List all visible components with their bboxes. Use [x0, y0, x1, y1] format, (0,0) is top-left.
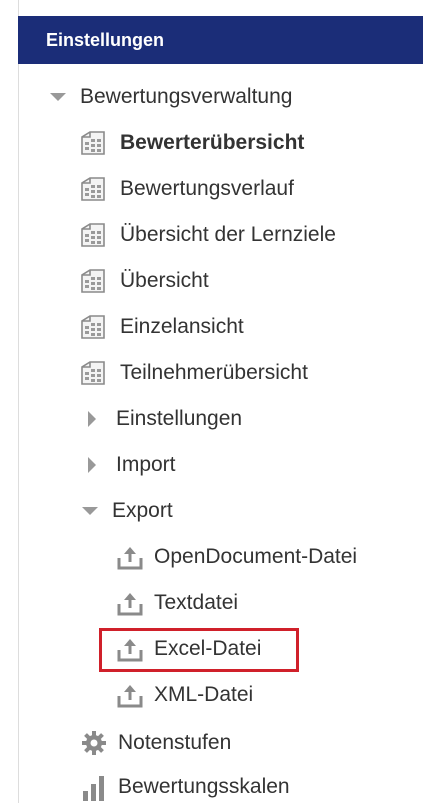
export-item-label: XML-Datei [154, 683, 254, 706]
report-table-icon [78, 266, 108, 296]
tree-item-uebersicht-lernziele[interactable]: Übersicht der Lernziele [78, 218, 336, 252]
tree-item-export[interactable]: Export [82, 494, 173, 528]
export-item-xml[interactable]: XML-Datei [116, 678, 253, 712]
tree-item-label: Bewertungsskalen [118, 775, 290, 798]
report-table-icon [78, 128, 108, 158]
bar-chart-icon [80, 773, 108, 801]
tree-item-einstellungen[interactable]: Einstellungen [84, 402, 242, 436]
tree-item-label: Übersicht der Lernziele [120, 223, 336, 246]
upload-icon [116, 543, 144, 571]
export-item-textdatei[interactable]: Textdatei [116, 586, 238, 620]
expanded-triangle-icon[interactable] [50, 93, 66, 101]
export-item-label: OpenDocument-Datei [154, 545, 358, 568]
tree-item-label: Bewerterübersicht [120, 131, 305, 154]
tree-item-label: Teilnehmerübersicht [120, 361, 308, 384]
tree-item-teilnehmeruebersicht[interactable]: Teilnehmerübersicht [78, 356, 308, 390]
tree-item-bewertungsverwaltung[interactable]: Bewertungsverwaltung [50, 80, 292, 114]
tree-item-einzelansicht[interactable]: Einzelansicht [78, 310, 244, 344]
tree-item-label: Import [116, 453, 176, 476]
report-table-icon [78, 174, 108, 204]
tree-item-label: Bewertungsverlauf [120, 177, 294, 200]
tree-item-notenstufen[interactable]: Notenstufen [80, 726, 231, 760]
excel-highlight-box [99, 628, 299, 672]
tree-item-uebersicht[interactable]: Übersicht [78, 264, 209, 298]
tree-item-bewertungsverlauf[interactable]: Bewertungsverlauf [78, 172, 294, 206]
settings-header: Einstellungen [18, 16, 423, 64]
tree-item-label: Übersicht [120, 269, 209, 292]
report-table-icon [78, 312, 108, 342]
tree-item-label: Einstellungen [116, 407, 243, 430]
upload-icon [116, 589, 144, 617]
tree-item-label: Bewertungsverwaltung [80, 85, 293, 108]
settings-header-title: Einstellungen [46, 29, 165, 50]
export-item-label: Textdatei [154, 591, 239, 614]
report-table-icon [78, 358, 108, 388]
tree-item-label: Export [112, 499, 173, 522]
export-item-opendocument[interactable]: OpenDocument-Datei [116, 540, 357, 574]
tree-item-bewerteruebersicht[interactable]: Bewerterübersicht [78, 126, 304, 160]
gear-icon [80, 729, 108, 757]
tree-item-label: Einzelansicht [120, 315, 244, 338]
collapsed-triangle-icon[interactable] [88, 457, 96, 473]
tree-item-import[interactable]: Import [84, 448, 176, 482]
tree-item-bewertungsskalen[interactable]: Bewertungsskalen [80, 770, 290, 804]
report-table-icon [78, 220, 108, 250]
collapsed-triangle-icon[interactable] [88, 411, 96, 427]
expanded-triangle-icon[interactable] [82, 507, 98, 515]
upload-icon [116, 681, 144, 709]
tree-item-label: Notenstufen [118, 731, 232, 754]
